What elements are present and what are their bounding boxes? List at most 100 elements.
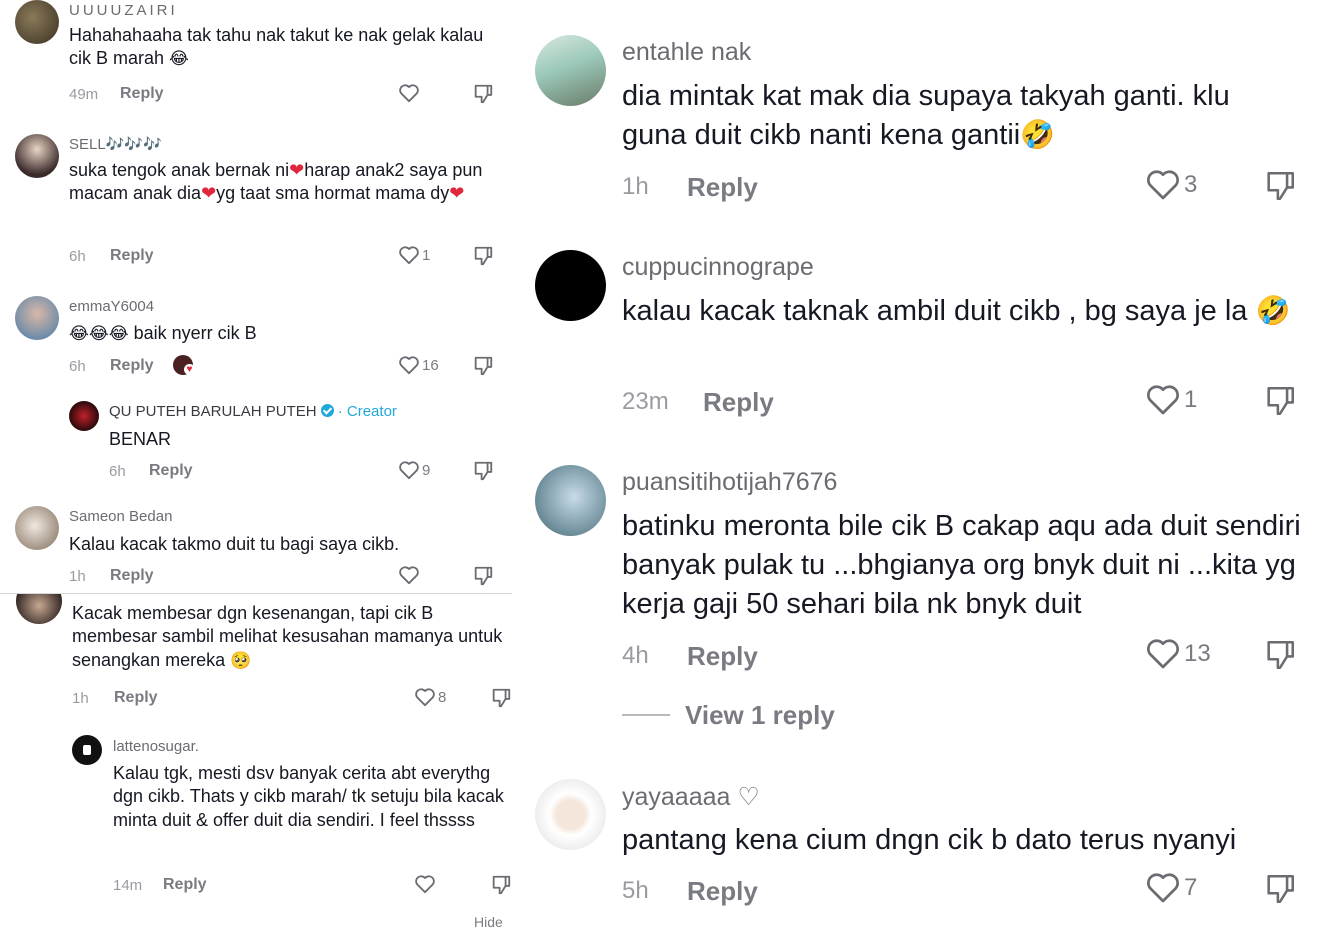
comment-username[interactable]: yayaaaaa ♡ xyxy=(622,782,760,812)
dislike-icon[interactable] xyxy=(1263,384,1297,418)
comment-text: dia mintak kat mak dia supaya takyah gan… xyxy=(622,80,1230,152)
comment-username[interactable]: UUUUZAIRI xyxy=(69,2,178,19)
like-button[interactable]: 1 xyxy=(1145,383,1197,416)
view-replies-line xyxy=(622,714,670,716)
red-heart-emoji-icon: ❤ xyxy=(289,160,305,180)
dislike-icon[interactable] xyxy=(472,83,494,105)
heart-outline-icon xyxy=(1147,873,1179,903)
comment-text: batinku meronta bile cik B cakap aqu ada… xyxy=(622,510,1301,621)
comment-text: pantang kena cium dngn cik b dato terus … xyxy=(622,824,1237,856)
like-button[interactable]: 16 xyxy=(398,355,439,375)
comment-username[interactable]: SELL🎶🎶🎶 xyxy=(69,135,162,153)
reply-button[interactable]: Reply xyxy=(687,172,758,203)
avatar[interactable] xyxy=(16,594,62,624)
reply-button[interactable]: Reply xyxy=(163,876,207,894)
like-button[interactable]: 3 xyxy=(1145,168,1197,201)
like-button[interactable] xyxy=(398,83,420,103)
comment-text: Kalau tgk, mesti dsv banyak cerita abt e… xyxy=(113,763,504,830)
avatar[interactable] xyxy=(535,35,606,106)
comment-username[interactable]: cuppucinnogrape xyxy=(622,253,814,282)
like-count: 8 xyxy=(438,688,447,706)
comment-username[interactable]: entahle nak xyxy=(622,38,751,67)
comment-text: Kalau kacak takmo duit tu bagi saya cikb… xyxy=(69,534,400,554)
like-count: 1 xyxy=(422,246,431,264)
like-button[interactable]: 1 xyxy=(398,245,430,265)
reply-button[interactable]: Reply xyxy=(687,641,758,672)
avatar[interactable] xyxy=(15,506,59,550)
reply-button[interactable]: Reply xyxy=(120,85,164,103)
reply-button[interactable]: Reply xyxy=(110,567,154,585)
avatar-logo-icon xyxy=(83,745,91,755)
laughing-emoji-icon: 😂 xyxy=(169,49,189,69)
like-count: 9 xyxy=(422,461,431,479)
avatar[interactable] xyxy=(69,401,99,431)
comment-text: Hahahahaaha tak tahu nak takut ke nak ge… xyxy=(69,25,484,69)
creator-liked-heart-icon: ♥ xyxy=(184,364,195,375)
verified-badge-icon xyxy=(320,404,334,417)
heart-outline-icon xyxy=(1147,639,1179,669)
dislike-icon[interactable] xyxy=(472,355,494,377)
reply-button[interactable]: Reply xyxy=(110,247,154,265)
comment-text: Kacak membesar dgn kesenangan, tapi cik … xyxy=(72,603,503,670)
dislike-icon[interactable] xyxy=(1263,872,1297,906)
avatar[interactable] xyxy=(535,250,606,321)
comment-username[interactable]: lattenosugar. xyxy=(113,738,199,755)
comment-text: suka tengok anak bernak ni❤harap anak2 s… xyxy=(69,160,483,204)
red-heart-emoji-icon: ❤ xyxy=(449,183,465,204)
like-button[interactable] xyxy=(414,874,436,894)
heart-outline-icon xyxy=(415,688,435,707)
dislike-icon[interactable] xyxy=(1263,638,1297,672)
like-button[interactable] xyxy=(398,565,420,585)
like-count: 16 xyxy=(422,356,439,374)
dislike-icon[interactable] xyxy=(472,565,494,587)
pleading-emoji-icon: 🥺 xyxy=(230,650,252,670)
creator-label: Creator xyxy=(346,403,397,420)
reply-button[interactable]: Reply xyxy=(149,462,193,480)
red-heart-emoji-icon: ❤ xyxy=(201,183,217,204)
comment-time: 23m xyxy=(622,388,669,415)
like-button[interactable]: 13 xyxy=(1145,637,1211,670)
dislike-icon[interactable] xyxy=(472,245,494,267)
rofl-emoji-icon: 🤣 xyxy=(1255,295,1291,326)
heart-outline-icon xyxy=(399,246,419,265)
comment-time: 6h xyxy=(109,463,126,480)
like-button[interactable]: 8 xyxy=(414,687,446,707)
divider xyxy=(0,593,512,594)
comment-time: 1h xyxy=(69,568,86,585)
dislike-icon[interactable] xyxy=(490,687,512,709)
like-count: 1 xyxy=(1184,385,1198,413)
reply-button[interactable]: Reply xyxy=(687,876,758,907)
hide-replies-button[interactable]: Hide xyxy=(474,914,503,930)
comment-username[interactable]: emmaY6004 xyxy=(69,298,154,315)
comment-username[interactable]: Sameon Bedan xyxy=(69,508,172,525)
like-button[interactable]: 7 xyxy=(1145,871,1197,904)
avatar[interactable] xyxy=(15,296,59,340)
comment-text: BENAR xyxy=(109,429,172,449)
view-replies-button[interactable]: View 1 reply xyxy=(685,700,835,731)
reply-button[interactable]: Reply xyxy=(703,387,774,418)
laughing-emoji-icon: 😂😂😂 xyxy=(69,324,129,343)
dislike-icon[interactable] xyxy=(490,874,512,896)
avatar[interactable] xyxy=(15,134,59,178)
heart-outline-icon xyxy=(399,84,419,103)
comment-username[interactable]: QU PUTEH BARULAH PUTEH · Creator xyxy=(109,403,397,420)
comment-time: 4h xyxy=(622,642,649,669)
comment-username[interactable]: puansitihotijah7676 xyxy=(622,468,837,497)
comment-time: 6h xyxy=(69,248,86,265)
reply-button[interactable]: Reply xyxy=(110,357,154,375)
avatar[interactable] xyxy=(535,465,606,536)
comment-time: 5h xyxy=(622,877,649,904)
avatar[interactable] xyxy=(535,779,606,850)
avatar[interactable] xyxy=(15,0,59,44)
like-count: 7 xyxy=(1184,873,1198,901)
comment-time: 1h xyxy=(622,173,649,200)
like-button[interactable]: 9 xyxy=(398,460,430,480)
heart-outline-icon xyxy=(415,875,435,894)
dislike-icon[interactable] xyxy=(472,460,494,482)
comment-time: 14m xyxy=(113,877,143,894)
reply-button[interactable]: Reply xyxy=(114,689,158,707)
heart-outline-icon xyxy=(399,566,419,585)
comment-text: kalau kacak taknak ambil duit cikb , bg … xyxy=(622,295,1291,327)
dislike-icon[interactable] xyxy=(1263,169,1297,203)
comment-time: 49m xyxy=(69,86,99,103)
